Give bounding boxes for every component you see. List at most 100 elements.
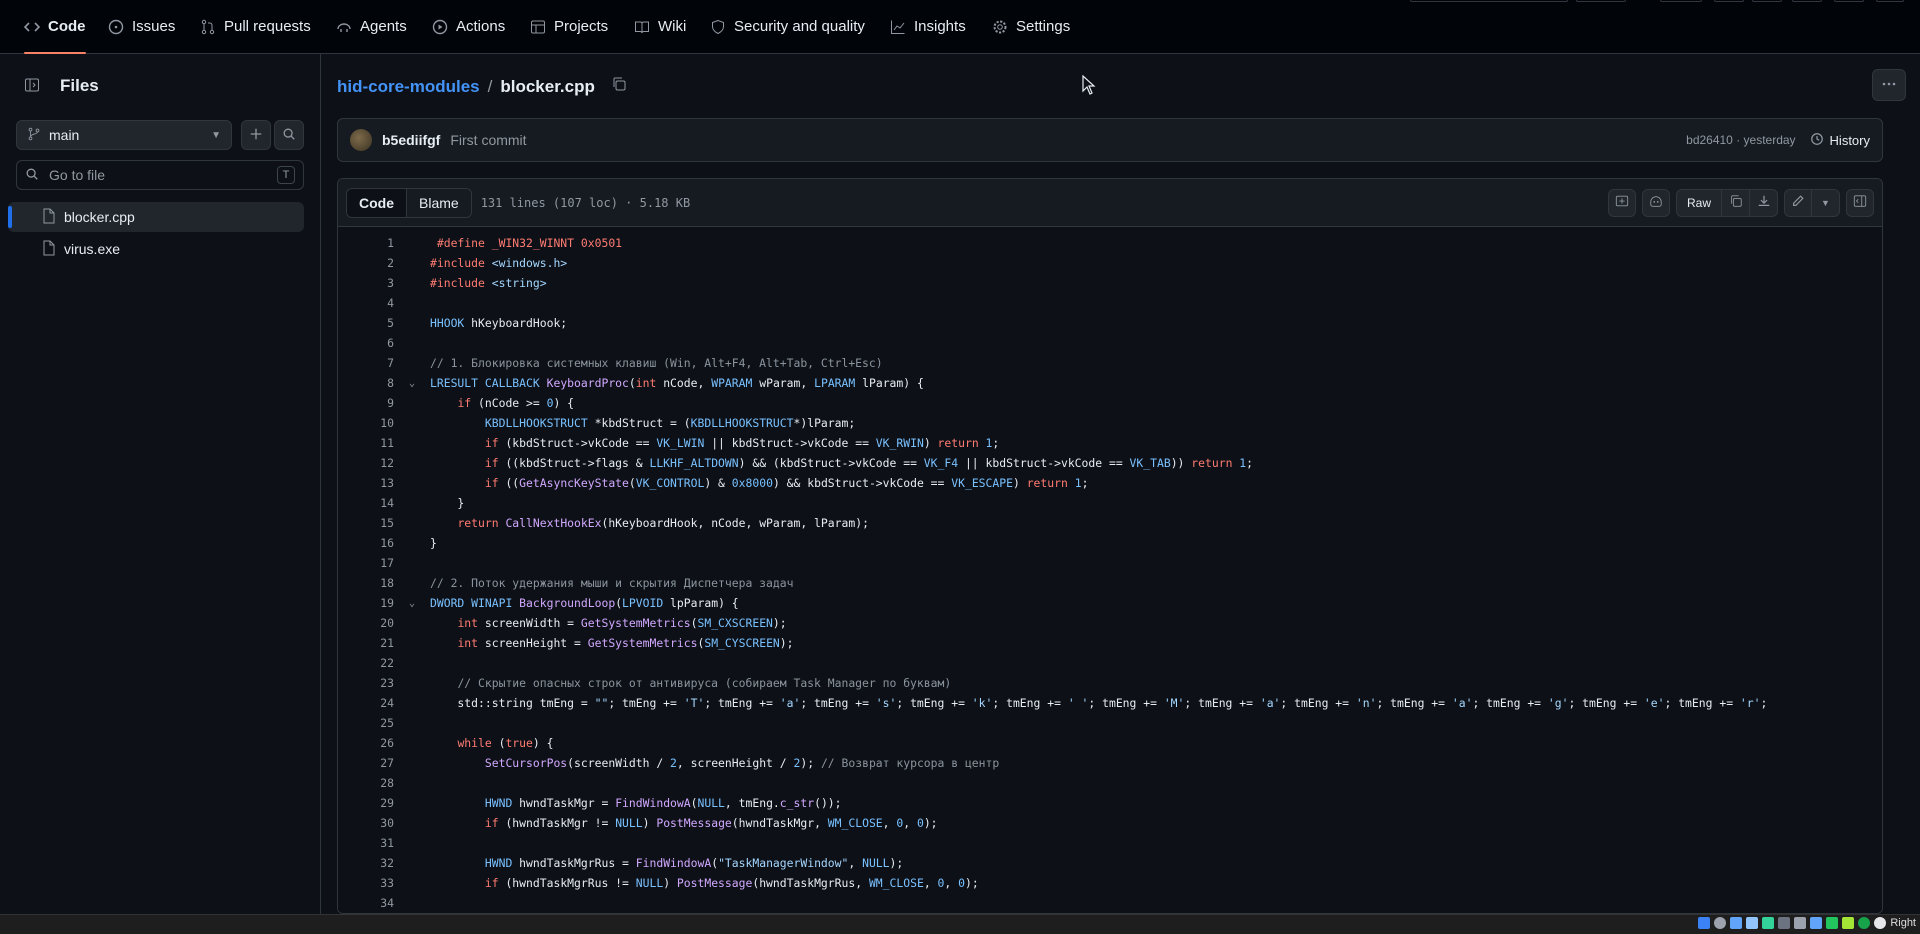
branch-selector[interactable]: main ▼ [16, 120, 232, 150]
blame-tab-button[interactable]: Blame [407, 188, 471, 217]
line-number[interactable]: 9 [338, 396, 394, 410]
download-button[interactable] [1750, 188, 1778, 217]
line-number[interactable]: 2 [338, 256, 394, 270]
line-number[interactable]: 20 [338, 616, 394, 630]
header-button-edge[interactable] [1660, 0, 1702, 2]
tab-security[interactable]: Security and quality [702, 0, 873, 53]
host-key-label: Right [1890, 917, 1916, 929]
history-button[interactable]: History [1810, 132, 1870, 149]
tray-window-icon[interactable] [1794, 917, 1807, 929]
tab-insights[interactable]: Insights [882, 0, 974, 53]
line-number[interactable]: 7 [338, 356, 394, 370]
line-number[interactable]: 26 [338, 736, 394, 750]
line-number[interactable]: 3 [338, 276, 394, 290]
copy-raw-button[interactable] [1722, 188, 1750, 217]
symbols-panel-button[interactable] [1846, 188, 1874, 217]
line-source: LRESULT CALLBACK KeyboardProc(int nCode,… [430, 376, 924, 390]
line-source: } [430, 496, 465, 510]
line-number[interactable]: 22 [338, 656, 394, 670]
tab-agents[interactable]: Agents [328, 0, 415, 53]
chevron-down-icon[interactable]: ⌄ [394, 378, 430, 389]
line-number[interactable]: 14 [338, 496, 394, 510]
tray-record-icon[interactable] [1826, 917, 1839, 929]
tab-wiki[interactable]: Wiki [626, 0, 694, 53]
commit-sha-time[interactable]: bd26410 · yesterday [1686, 133, 1795, 147]
tray-network-icon[interactable] [1698, 917, 1711, 929]
tray-screen-icon[interactable] [1810, 917, 1823, 929]
line-number[interactable]: 30 [338, 816, 394, 830]
tray-pen-icon[interactable] [1762, 917, 1775, 929]
header-button-edge[interactable] [1792, 0, 1822, 2]
line-number[interactable]: 18 [338, 576, 394, 590]
code-line: 20 int screenWidth = GetSystemMetrics(SM… [338, 613, 1882, 633]
avatar-edge[interactable] [1876, 0, 1904, 2]
commit-message[interactable]: First commit [450, 132, 526, 148]
tab-projects[interactable]: Projects [522, 0, 616, 53]
pull-request-icon [200, 19, 216, 35]
code-lines[interactable]: 1 #define _WIN32_WINNT 0x0501 2 #include <… [338, 227, 1882, 913]
more-options-button[interactable] [1872, 69, 1906, 101]
line-number[interactable]: 6 [338, 336, 394, 350]
tray-display-icon[interactable] [1746, 917, 1759, 929]
chevron-down-icon[interactable]: ⌄ [394, 598, 430, 609]
tray-arrow-icon[interactable] [1858, 917, 1871, 929]
edit-button[interactable] [1784, 188, 1812, 217]
header-button-edge[interactable] [1834, 0, 1864, 2]
line-number[interactable]: 16 [338, 536, 394, 550]
file-item-blocker[interactable]: blocker.cpp [8, 202, 304, 232]
commit-author[interactable]: b5ediifgf [382, 132, 440, 148]
raw-button[interactable]: Raw [1675, 188, 1722, 217]
breadcrumb-separator: / [487, 76, 493, 96]
breadcrumb-repo-link[interactable]: hid-core-modules [337, 77, 480, 97]
file-meta: 131 lines (107 loc) · 5.18 KB [480, 195, 691, 210]
edit-dropdown-button[interactable]: ▼ [1812, 188, 1840, 217]
file-tree-sidebar: Files main ▼ Go to file T blocker.cpp vi… [0, 54, 321, 914]
tray-disk-icon[interactable] [1714, 917, 1727, 929]
line-number[interactable]: 21 [338, 636, 394, 650]
header-button-edge[interactable] [1752, 0, 1782, 2]
header-search-edge[interactable] [1410, 0, 1568, 2]
header-button-edge[interactable] [1714, 0, 1744, 2]
line-number[interactable]: 27 [338, 756, 394, 770]
line-number[interactable]: 13 [338, 476, 394, 490]
line-number[interactable]: 15 [338, 516, 394, 530]
line-number[interactable]: 10 [338, 416, 394, 430]
go-to-file-input[interactable]: Go to file T [16, 160, 304, 190]
copilot-button[interactable] [1641, 188, 1670, 217]
tray-cpu-icon[interactable] [1842, 917, 1855, 929]
file-item-virus[interactable]: virus.exe [8, 234, 304, 264]
line-number[interactable]: 24 [338, 696, 394, 710]
tab-code[interactable]: Code [16, 0, 94, 54]
line-number[interactable]: 25 [338, 716, 394, 730]
tray-usb-icon[interactable] [1730, 917, 1743, 929]
avatar[interactable] [350, 129, 372, 151]
copy-path-icon[interactable] [611, 76, 627, 97]
add-file-button[interactable] [241, 120, 271, 150]
symbols-button[interactable] [1607, 188, 1636, 217]
line-number[interactable]: 29 [338, 796, 394, 810]
search-code-button[interactable] [274, 120, 304, 150]
code-tab-button[interactable]: Code [347, 188, 407, 217]
header-button-edge[interactable] [1576, 0, 1626, 2]
line-number[interactable]: 5 [338, 316, 394, 330]
line-number[interactable]: 19 [338, 596, 394, 610]
line-number[interactable]: 23 [338, 676, 394, 690]
line-number[interactable]: 28 [338, 776, 394, 790]
tray-folder-icon[interactable] [1778, 917, 1791, 929]
tab-pull-requests[interactable]: Pull requests [192, 0, 319, 53]
tab-settings[interactable]: Settings [984, 0, 1078, 53]
collapse-sidebar-button[interactable] [16, 70, 48, 102]
line-number[interactable]: 17 [338, 556, 394, 570]
tray-mouse-icon[interactable] [1874, 917, 1887, 929]
line-number[interactable]: 4 [338, 296, 394, 310]
line-number[interactable]: 33 [338, 876, 394, 890]
tab-actions[interactable]: Actions [424, 0, 513, 53]
line-number[interactable]: 12 [338, 456, 394, 470]
line-number[interactable]: 11 [338, 436, 394, 450]
line-number[interactable]: 31 [338, 836, 394, 850]
line-number[interactable]: 1 [338, 236, 394, 250]
tab-issues[interactable]: Issues [100, 0, 183, 53]
line-number[interactable]: 8 [338, 376, 394, 390]
line-number[interactable]: 32 [338, 856, 394, 870]
line-number[interactable]: 34 [338, 896, 394, 910]
